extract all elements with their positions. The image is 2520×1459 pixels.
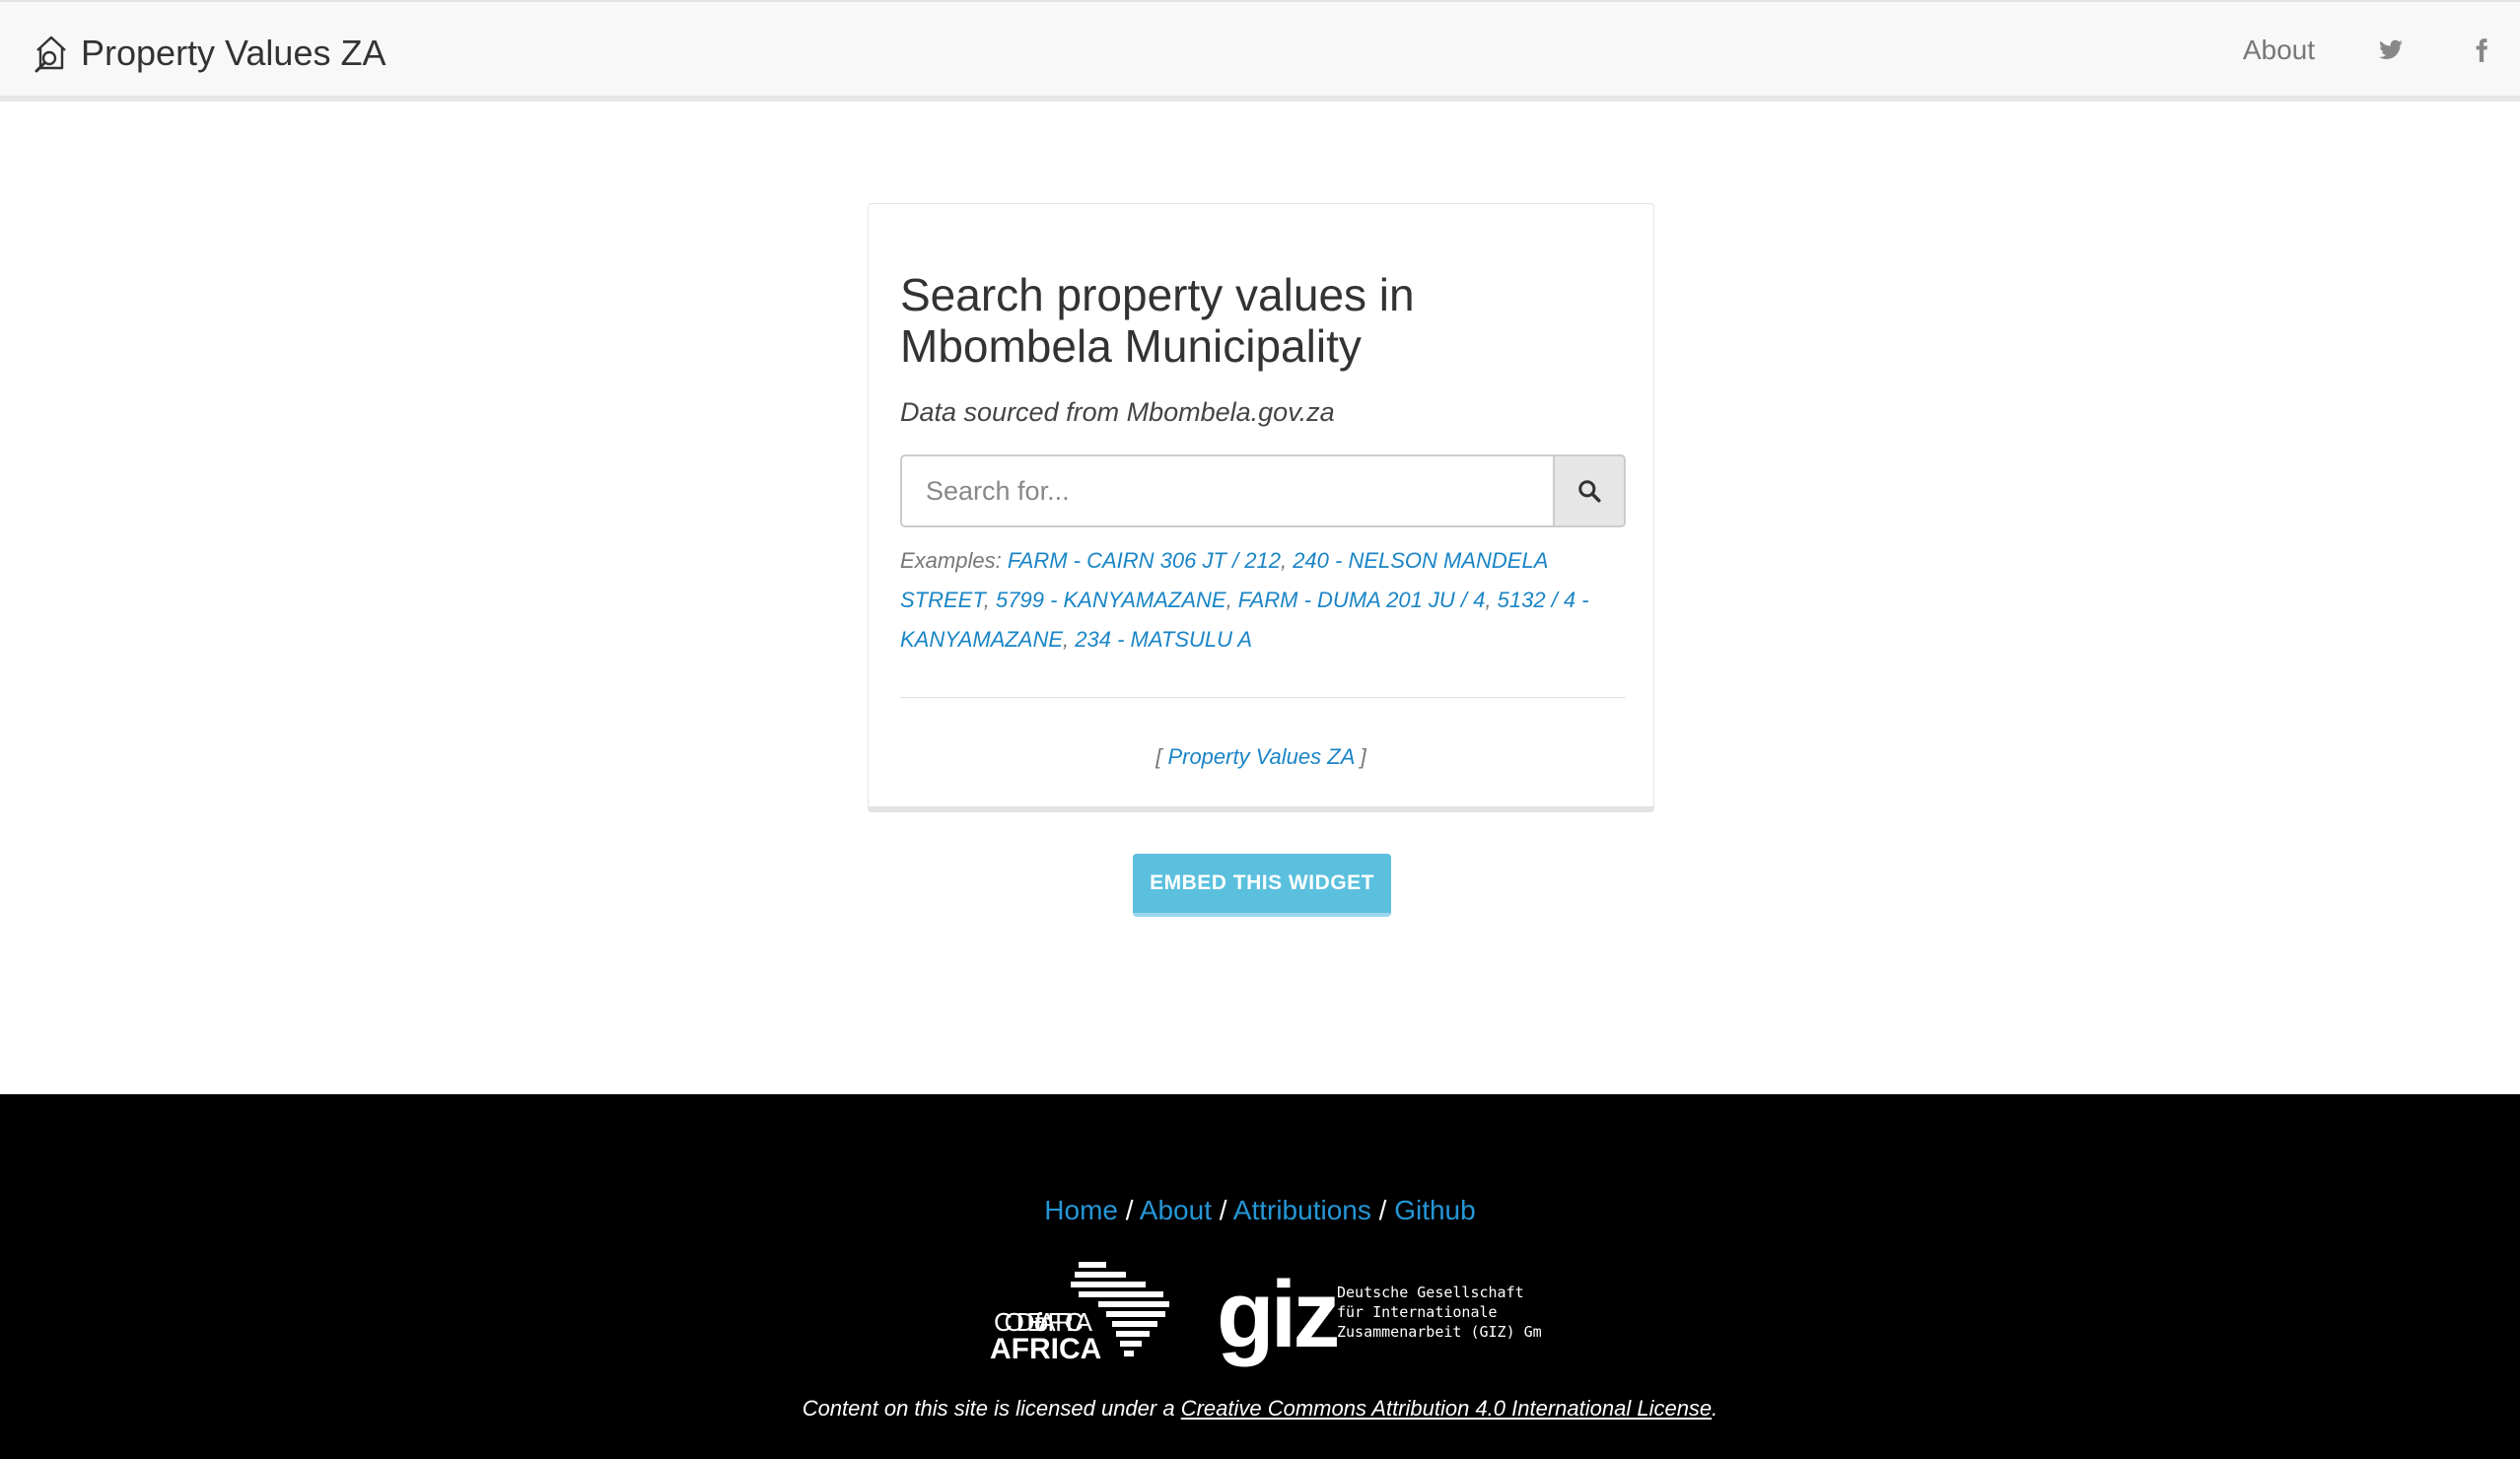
giz-mark: giz — [1217, 1262, 1337, 1367]
house-search-icon — [35, 35, 66, 73]
code-for-africa-logo[interactable]: CODE for AFRICA AFRICA — [990, 1262, 1169, 1365]
giz-line1: Deutsche Gesellschaft — [1337, 1284, 1524, 1301]
card-footer-link[interactable]: Property Values ZA — [1167, 744, 1354, 769]
card-footer: [ Property Values ZA ] — [1155, 744, 1366, 769]
footer-attributions-link[interactable]: Attributions — [1233, 1195, 1371, 1225]
search-input[interactable] — [900, 454, 1553, 527]
footer-links: Home / About / Attributions / Github — [1044, 1195, 1476, 1225]
giz-logo[interactable]: giz Deutsche Gesellschaft für Internatio… — [1217, 1262, 1542, 1367]
page-title: Search property values in Mbombela Munic… — [900, 269, 1415, 372]
footer-github-link[interactable]: Github — [1394, 1195, 1476, 1225]
example-link[interactable]: 234 - MATSULU A — [1075, 627, 1252, 652]
brand-link[interactable]: Property Values ZA — [32, 30, 385, 77]
license-note: Content on this site is licensed under a… — [802, 1396, 1718, 1421]
footer: Home / About / Attributions / Github COD… — [0, 1094, 2520, 1459]
giz-line3: Zusammenarbeit (GIZ) GmbH — [1337, 1323, 1542, 1341]
footer-about-link[interactable]: About — [1140, 1195, 1212, 1225]
nav-about-link[interactable]: About — [2243, 35, 2315, 66]
navbar: Property Values ZA About — [0, 0, 2520, 102]
examples: Examples: FARM - CAIRN 306 JT / 212, 240… — [900, 548, 1589, 652]
footer-home-link[interactable]: Home — [1044, 1195, 1118, 1225]
examples-label: Examples: — [900, 548, 1002, 573]
search-group — [900, 454, 1626, 527]
search-button[interactable] — [1553, 454, 1626, 527]
example-link[interactable]: FARM - CAIRN 306 JT / 212 — [1008, 548, 1281, 573]
svg-text:AFRICA: AFRICA — [990, 1333, 1101, 1365]
nav-right: About — [2243, 2, 2520, 98]
example-link[interactable]: FARM - DUMA 201 JU / 4 — [1238, 588, 1486, 612]
facebook-icon[interactable] — [2467, 35, 2496, 65]
search-widget-card: Search property values in Mbombela Munic… — [868, 203, 1654, 812]
embed-widget-button[interactable]: EMBED THIS WIDGET — [1133, 854, 1391, 917]
giz-line2: für Internationale — [1337, 1303, 1498, 1321]
search-icon — [1578, 480, 1601, 503]
twitter-icon[interactable] — [2376, 35, 2406, 65]
license-link[interactable]: Creative Commons Attribution 4.0 Interna… — [1181, 1396, 1712, 1421]
brand-title: Property Values ZA — [81, 33, 386, 73]
license-prefix: Content on this site is licensed under a — [802, 1396, 1175, 1421]
data-source-note: Data sourced from Mbombela.gov.za — [900, 397, 1335, 427]
card-divider — [900, 697, 1626, 698]
example-link[interactable]: 5799 - KANYAMAZANE — [996, 588, 1226, 612]
partner-logos: CODE for AFRICA AFRICA giz Deutsche Gese… — [990, 1262, 1542, 1367]
